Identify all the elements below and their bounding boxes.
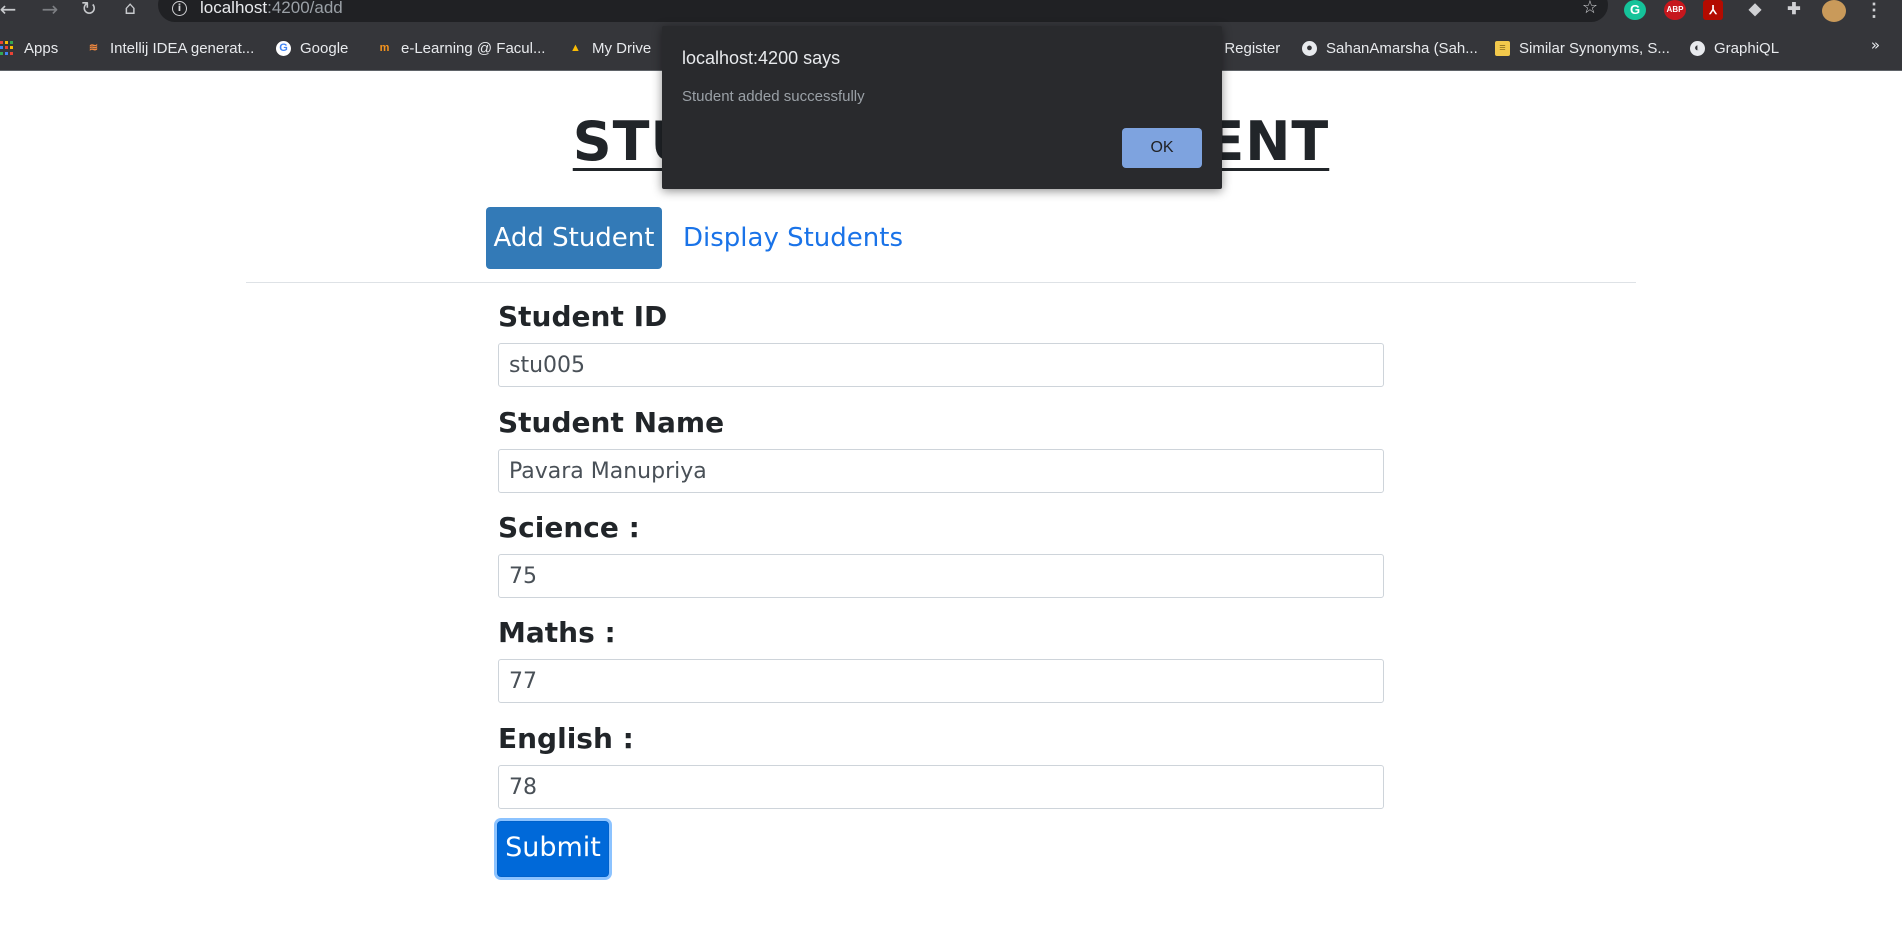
moodle-icon: m bbox=[379, 41, 390, 54]
home-icon[interactable]: ⌂ bbox=[116, 0, 144, 22]
science-input[interactable] bbox=[498, 554, 1384, 598]
info-icon[interactable]: i bbox=[172, 1, 187, 16]
bookmark-label: Google bbox=[300, 39, 349, 57]
student-name-label: Student Name bbox=[498, 406, 725, 439]
alert-dialog: localhost:4200 says Student added succes… bbox=[662, 26, 1222, 189]
bookmark-google[interactable]: G Google bbox=[276, 32, 348, 64]
dialog-message: Student added successfully bbox=[682, 88, 865, 105]
bookmark-label: SahanAmarsha (Sah... bbox=[1326, 39, 1478, 57]
bookmark-my-drive[interactable]: ▲ My Drive bbox=[568, 32, 651, 64]
extensions-puzzle-icon[interactable]: ✚ bbox=[1783, 0, 1805, 20]
student-id-label: Student ID bbox=[498, 300, 668, 333]
synonyms-icon: ≡ bbox=[1495, 40, 1510, 56]
science-label: Science : bbox=[498, 511, 640, 544]
bookmark-intellij[interactable]: ≋ Intellij IDEA generat... bbox=[86, 32, 254, 64]
student-id-input[interactable] bbox=[498, 343, 1384, 387]
bookmark-label: Similar Synonyms, S... bbox=[1519, 39, 1670, 57]
tab-add-student[interactable]: Add Student bbox=[486, 207, 662, 269]
dialog-ok-button[interactable]: OK bbox=[1122, 128, 1202, 168]
back-arrow-icon[interactable]: ← bbox=[0, 0, 22, 22]
google-icon: G bbox=[276, 40, 291, 56]
url-path: :4200/add bbox=[267, 0, 343, 17]
bookmark-label: Apps bbox=[24, 39, 59, 57]
submit-button[interactable]: Submit bbox=[497, 821, 609, 877]
bookmark-label: GraphiQL bbox=[1714, 39, 1780, 57]
grammarly-extension-icon[interactable]: G bbox=[1624, 0, 1646, 20]
english-input[interactable] bbox=[498, 765, 1384, 809]
english-label: English : bbox=[498, 722, 634, 755]
tab-display-students[interactable]: Display Students bbox=[683, 207, 903, 269]
bookmark-graphiql[interactable]: ◐ GraphiQL bbox=[1690, 32, 1779, 64]
bookmark-label: e-Learning @ Facul... bbox=[401, 39, 546, 57]
bookmark-register[interactable]: t Register bbox=[1216, 32, 1280, 64]
bookmark-apps[interactable]: Apps bbox=[0, 32, 58, 64]
student-name-input[interactable] bbox=[498, 449, 1384, 493]
dialog-title: localhost:4200 says bbox=[682, 48, 841, 68]
bookmark-synonyms[interactable]: ≡ Similar Synonyms, S... bbox=[1495, 32, 1670, 64]
cube-extension-icon[interactable]: ◆ bbox=[1744, 0, 1766, 20]
bookmark-star-icon[interactable]: ☆ bbox=[1582, 0, 1598, 18]
adblock-extension-icon[interactable]: ABP bbox=[1664, 0, 1686, 20]
bookmark-label: Intellij IDEA generat... bbox=[110, 39, 255, 57]
apps-grid-icon bbox=[0, 40, 15, 56]
maths-label: Maths : bbox=[498, 616, 616, 649]
globe-icon: ◐ bbox=[1690, 40, 1705, 56]
maths-input[interactable] bbox=[498, 659, 1384, 703]
bookmark-label: My Drive bbox=[592, 39, 652, 57]
intellij-icon: ≋ bbox=[88, 41, 99, 54]
google-drive-icon: ▲ bbox=[570, 41, 581, 54]
pdf-extension-icon[interactable]: ⅄ bbox=[1703, 0, 1723, 20]
bookmark-github[interactable]: ● SahanAmarsha (Sah... bbox=[1302, 32, 1478, 64]
profile-avatar-icon[interactable] bbox=[1822, 0, 1846, 22]
browser-menu-icon[interactable]: ⋮ bbox=[1865, 0, 1883, 20]
bookmark-label: t Register bbox=[1216, 39, 1281, 57]
bookmark-elearning[interactable]: m e-Learning @ Facul... bbox=[377, 32, 546, 64]
forward-arrow-icon[interactable]: → bbox=[36, 0, 64, 22]
url-text[interactable]: localhost:4200/add bbox=[200, 0, 343, 18]
address-bar[interactable]: i localhost:4200/add ☆ bbox=[158, 0, 1608, 22]
url-host: localhost bbox=[200, 0, 268, 17]
more-bookmarks-chevron-icon[interactable]: » bbox=[1871, 36, 1880, 54]
reload-icon[interactable]: ↻ bbox=[75, 0, 103, 22]
github-icon: ● bbox=[1302, 40, 1317, 56]
nav-divider bbox=[246, 282, 1636, 283]
